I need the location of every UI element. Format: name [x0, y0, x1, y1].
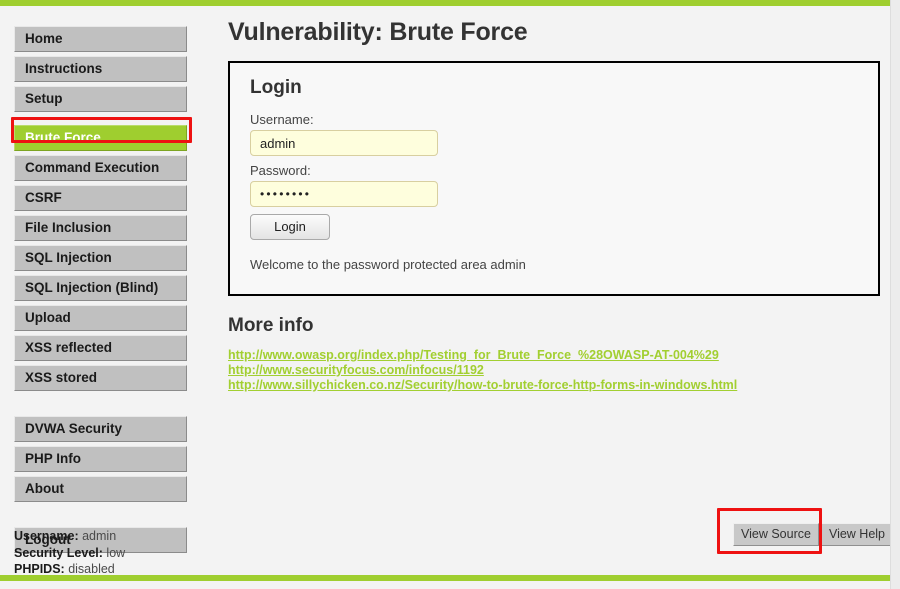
password-label: Password:	[250, 163, 311, 178]
status-username-value: admin	[82, 529, 117, 543]
sidebar-item-instructions[interactable]: Instructions	[14, 56, 187, 82]
sidebar-item-xss-reflected[interactable]: XSS reflected	[14, 335, 187, 361]
sidebar-item-sql-injection[interactable]: SQL Injection	[14, 245, 187, 271]
session-status-block: Username: admin Security Level: low PHPI…	[14, 528, 125, 578]
username-label: Username:	[250, 112, 314, 127]
status-security-level-value: low	[106, 545, 126, 560]
sidebar-item-csrf[interactable]: CSRF	[14, 185, 187, 211]
sidebar-item-file-inclusion[interactable]: File Inclusion	[14, 215, 187, 241]
page-right-gutter	[890, 0, 900, 589]
sidebar-item-brute-force[interactable]: Brute Force	[14, 125, 187, 151]
username-input[interactable]	[250, 130, 438, 156]
more-info-link-list: http://www.owasp.org/index.php/Testing_f…	[228, 348, 880, 393]
bottom-accent-bar	[0, 575, 890, 581]
more-info-link[interactable]: http://www.securityfocus.com/infocus/119…	[228, 363, 880, 378]
view-help-button[interactable]: View Help	[820, 523, 894, 546]
more-info-link[interactable]: http://www.sillychicken.co.nz/Security/h…	[228, 378, 880, 393]
sidebar-item-setup[interactable]: Setup	[14, 86, 187, 112]
view-source-button[interactable]: View Source	[733, 523, 819, 546]
sidebar-item-upload[interactable]: Upload	[14, 305, 187, 331]
sidebar-group-settings: DVWA Security PHP Info About	[0, 416, 210, 502]
status-phpids-value: disabled	[68, 562, 115, 576]
sidebar-group-vulnerabilities: Brute Force Command Execution CSRF File …	[0, 125, 210, 391]
password-input[interactable]	[250, 181, 438, 207]
sidebar: Home Instructions Setup Brute Force Comm…	[0, 6, 210, 575]
sidebar-item-php-info[interactable]: PHP Info	[14, 446, 187, 472]
login-heading: Login	[250, 77, 302, 98]
login-button[interactable]: Login	[250, 214, 330, 240]
status-security-level-label: Security Level:	[14, 545, 103, 560]
sidebar-item-command-execution[interactable]: Command Execution	[14, 155, 187, 181]
main-content: Vulnerability: Brute Force Login Usernam…	[210, 6, 890, 575]
sidebar-item-about[interactable]: About	[14, 476, 187, 502]
more-info-heading: More info	[228, 315, 314, 336]
sidebar-item-xss-stored[interactable]: XSS stored	[14, 365, 187, 391]
dvwa-page: Home Instructions Setup Brute Force Comm…	[0, 0, 900, 589]
page-title: Vulnerability: Brute Force	[228, 18, 528, 46]
status-phpids-label: PHPIDS:	[14, 562, 65, 576]
more-info-link[interactable]: http://www.owasp.org/index.php/Testing_f…	[228, 348, 880, 363]
vulnerability-login-box: Login Username: Password: Login Welcome …	[228, 61, 880, 296]
status-username-row: Username: admin	[14, 528, 125, 545]
status-username-label: Username:	[14, 529, 79, 543]
sidebar-item-dvwa-security[interactable]: DVWA Security	[14, 416, 187, 442]
status-security-level-row: Security Level: low	[14, 545, 125, 562]
login-result-message: Welcome to the password protected area a…	[250, 257, 526, 272]
sidebar-group-general: Home Instructions Setup	[0, 26, 210, 112]
sidebar-item-sql-injection-blind[interactable]: SQL Injection (Blind)	[14, 275, 187, 301]
footer-button-group: View Source View Help	[733, 523, 894, 546]
sidebar-item-home[interactable]: Home	[14, 26, 187, 52]
